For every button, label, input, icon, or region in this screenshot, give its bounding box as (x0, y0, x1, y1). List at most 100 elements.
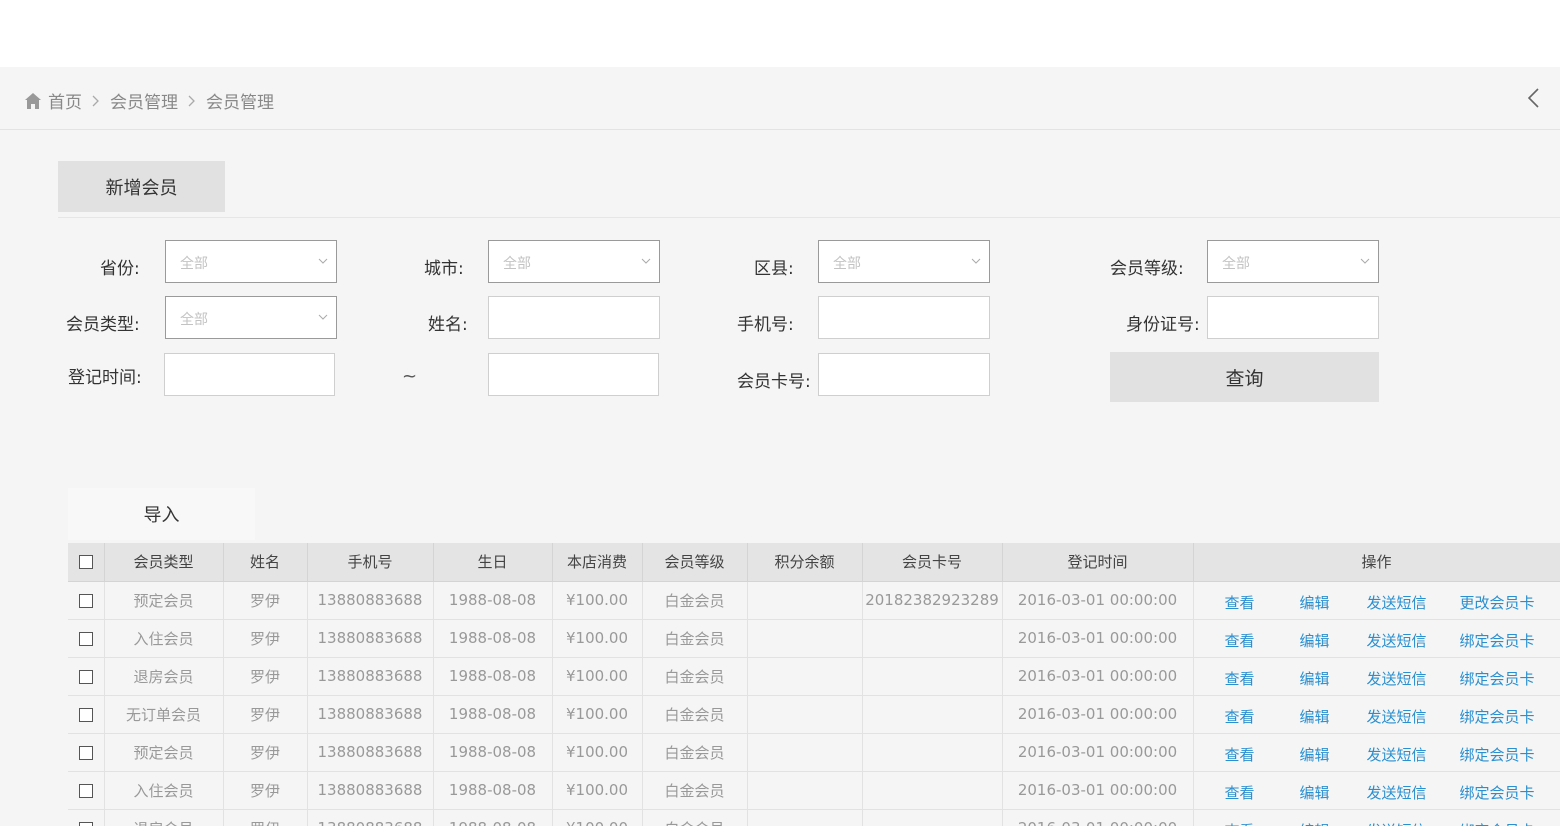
card-link[interactable]: 绑定会员卡 (1460, 820, 1535, 826)
row-checkbox-cell[interactable] (68, 771, 105, 810)
send-sms-link[interactable]: 发送短信 (1367, 820, 1427, 826)
cell-name: 罗伊 (223, 771, 308, 810)
cell-register-time: 2016-03-01 00:00:00 (1002, 733, 1194, 772)
top-header (0, 0, 1560, 67)
chevron-down-icon (1360, 258, 1370, 264)
id-number-input[interactable] (1207, 296, 1379, 339)
view-link[interactable]: 查看 (1225, 782, 1255, 803)
id-number-label: 身份证号: (1126, 315, 1200, 335)
cell-level: 白金会员 (642, 695, 748, 734)
home-icon[interactable] (24, 92, 42, 110)
row-checkbox[interactable] (78, 631, 93, 646)
query-button[interactable]: 查询 (1110, 352, 1379, 402)
cell-points (747, 619, 863, 658)
row-checkbox-cell[interactable] (68, 733, 105, 772)
add-member-button[interactable]: 新增会员 (58, 161, 225, 212)
row-checkbox-cell[interactable] (68, 657, 105, 696)
row-checkbox[interactable] (78, 783, 93, 798)
edit-link[interactable]: 编辑 (1300, 782, 1330, 803)
chevron-left-icon[interactable] (1526, 87, 1540, 109)
send-sms-link[interactable]: 发送短信 (1367, 592, 1427, 613)
view-link[interactable]: 查看 (1225, 592, 1255, 613)
edit-link[interactable]: 编辑 (1300, 744, 1330, 765)
send-sms-link[interactable]: 发送短信 (1367, 630, 1427, 651)
chevron-down-icon (971, 258, 981, 264)
cell-card-no (862, 809, 1003, 826)
send-sms-link[interactable]: 发送短信 (1367, 706, 1427, 727)
row-checkbox[interactable] (78, 707, 93, 722)
table-row: 入住会员 罗伊 13880883688 1988-08-08 ¥100.00 白金会员 20… (68, 619, 1560, 658)
member-level-select[interactable]: 全部 (1207, 240, 1379, 283)
row-checkbox[interactable] (78, 593, 93, 608)
register-time-to-input[interactable] (488, 353, 659, 396)
view-link[interactable]: 查看 (1225, 820, 1255, 826)
select-all-checkbox-cell[interactable] (68, 543, 105, 582)
edit-link[interactable]: 编辑 (1300, 706, 1330, 727)
cell-operations: 查看 编辑 发送短信 绑定会员卡 (1193, 771, 1560, 810)
cell-name: 罗伊 (223, 657, 308, 696)
cell-operations: 查看 编辑 发送短信 更改会员卡 (1193, 581, 1560, 620)
table-row: 入住会员 罗伊 13880883688 1988-08-08 ¥100.00 白金会员 20… (68, 771, 1560, 810)
province-select[interactable]: 全部 (165, 240, 337, 283)
col-level: 会员等级 (642, 543, 748, 582)
member-type-select-value: 全部 (180, 312, 208, 328)
member-type-select[interactable]: 全部 (165, 296, 337, 339)
edit-link[interactable]: 编辑 (1300, 668, 1330, 689)
card-link[interactable]: 绑定会员卡 (1460, 744, 1535, 765)
card-link[interactable]: 绑定会员卡 (1460, 782, 1535, 803)
view-link[interactable]: 查看 (1225, 668, 1255, 689)
cell-member-type: 入住会员 (104, 619, 224, 658)
city-select-value: 全部 (503, 256, 531, 272)
card-no-input[interactable] (818, 353, 990, 396)
phone-input[interactable] (818, 296, 990, 339)
row-checkbox[interactable] (78, 745, 93, 760)
district-select[interactable]: 全部 (818, 240, 990, 283)
row-checkbox[interactable] (78, 821, 93, 826)
cell-level: 白金会员 (642, 657, 748, 696)
breadcrumb-member-mgmt[interactable]: 会员管理 (110, 88, 178, 113)
col-birthday: 生日 (433, 543, 553, 582)
send-sms-link[interactable]: 发送短信 (1367, 668, 1427, 689)
view-link[interactable]: 查看 (1225, 630, 1255, 651)
card-link[interactable]: 更改会员卡 (1460, 592, 1535, 613)
row-checkbox-cell[interactable] (68, 581, 105, 620)
cell-birthday: 1988-08-08 (433, 809, 553, 826)
view-link[interactable]: 查看 (1225, 744, 1255, 765)
cell-level: 白金会员 (642, 581, 748, 620)
select-all-checkbox[interactable] (78, 555, 93, 570)
row-checkbox-cell[interactable] (68, 619, 105, 658)
row-checkbox-cell[interactable] (68, 809, 105, 826)
card-link[interactable]: 绑定会员卡 (1460, 630, 1535, 651)
cell-birthday: 1988-08-08 (433, 657, 553, 696)
operations-group: 查看 编辑 发送短信 绑定会员卡 (1194, 734, 1560, 771)
cell-phone: 13880883688 (307, 771, 434, 810)
cell-register-time: 2016-03-01 00:00:00 (1002, 657, 1194, 696)
name-input[interactable] (488, 296, 660, 339)
send-sms-link[interactable]: 发送短信 (1367, 782, 1427, 803)
edit-link[interactable]: 编辑 (1300, 592, 1330, 613)
name-label: 姓名: (428, 315, 468, 335)
cell-points (747, 809, 863, 826)
city-select[interactable]: 全部 (488, 240, 660, 283)
send-sms-link[interactable]: 发送短信 (1367, 744, 1427, 765)
view-link[interactable]: 查看 (1225, 706, 1255, 727)
district-label: 区县: (754, 259, 794, 279)
table-header-row: 会员类型 姓名 手机号 生日 本店消费 会员等级 积分余额 会员卡号 登记时间 … (68, 543, 1560, 582)
cell-name: 罗伊 (223, 695, 308, 734)
member-type-label: 会员类型: (66, 315, 140, 335)
cell-name: 罗伊 (223, 581, 308, 620)
breadcrumb-home[interactable]: 首页 (48, 88, 82, 113)
row-checkbox[interactable] (78, 669, 93, 684)
card-link[interactable]: 绑定会员卡 (1460, 668, 1535, 689)
edit-link[interactable]: 编辑 (1300, 630, 1330, 651)
col-operations: 操作 (1193, 543, 1560, 582)
edit-link[interactable]: 编辑 (1300, 820, 1330, 826)
col-register-time: 登记时间 (1002, 543, 1194, 582)
col-member-type: 会员类型 (104, 543, 224, 582)
register-time-from-input[interactable] (164, 353, 335, 396)
row-checkbox-cell[interactable] (68, 695, 105, 734)
import-button[interactable]: 导入 (68, 488, 255, 540)
card-link[interactable]: 绑定会员卡 (1460, 706, 1535, 727)
card-no-label: 会员卡号: (737, 372, 811, 392)
cell-phone: 13880883688 (307, 581, 434, 620)
